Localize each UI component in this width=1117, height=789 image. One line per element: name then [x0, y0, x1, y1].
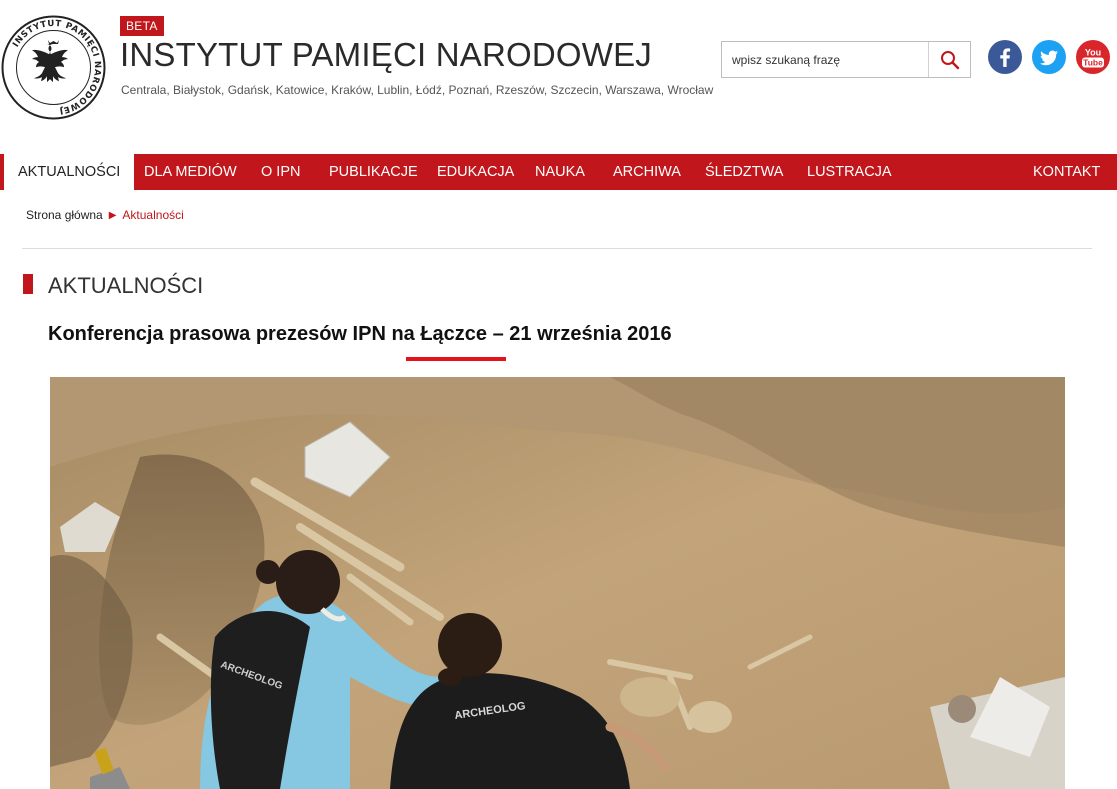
section-marker [23, 274, 33, 294]
beta-badge: BETA [120, 16, 164, 36]
search-box [721, 41, 971, 78]
youtube-link[interactable]: You Tube [1076, 40, 1110, 74]
nav-item-o-ipn[interactable]: O IPN [261, 154, 300, 190]
facebook-link[interactable] [988, 40, 1022, 74]
youtube-icon: You Tube [1082, 48, 1104, 68]
article-photo[interactable]: ARCHEOLOG ARCHEOLOG [50, 377, 1065, 789]
search-icon [940, 50, 959, 69]
title-underline [406, 357, 506, 361]
site-title[interactable]: INSTYTUT PAMIĘCI NARODOWEJ [120, 36, 652, 74]
nav-item-publikacje[interactable]: PUBLIKACJE [329, 154, 418, 190]
article-title[interactable]: Konferencja prasowa prezesów IPN na Łącz… [48, 323, 672, 346]
nav-item-aktualnosci[interactable]: AKTUALNOŚCI [0, 154, 135, 190]
nav-item-edukacja[interactable]: EDUKACJA [437, 154, 514, 190]
breadcrumb-arrow-icon: ▶ [108, 209, 117, 221]
breadcrumb-home[interactable]: Strona główna [26, 208, 103, 222]
nav-item-dla-mediow[interactable]: DLA MEDIÓW [144, 154, 237, 190]
svg-text:Tube: Tube [1083, 58, 1103, 68]
section-title: AKTUALNOŚCI [48, 273, 204, 298]
nav-item-archiwa[interactable]: ARCHIWA [613, 154, 681, 190]
search-button[interactable] [928, 42, 970, 77]
svg-text:You: You [1085, 48, 1101, 58]
divider [22, 248, 1092, 249]
twitter-icon [1040, 50, 1058, 66]
nav-item-nauka[interactable]: NAUKA [535, 154, 585, 190]
breadcrumb-current[interactable]: Aktualności [122, 208, 183, 222]
nav-item-lustracja[interactable]: LUSTRACJA [807, 154, 892, 190]
search-input[interactable] [722, 42, 928, 77]
branch-cities-list: Centrala, Białystok, Gdańsk, Katowice, K… [121, 83, 714, 97]
nav-item-sledztwa[interactable]: ŚLEDZTWA [705, 154, 783, 190]
page: INSTYTUT PAMIĘCI NARODOWEJ BETA INSTYTUT… [0, 0, 1117, 789]
breadcrumb: Strona główna ▶ Aktualności [26, 208, 184, 222]
main-nav: AKTUALNOŚCI DLA MEDIÓW O IPN PUBLIKACJE … [0, 154, 1117, 190]
twitter-link[interactable] [1032, 40, 1066, 74]
facebook-icon [1000, 48, 1011, 67]
ipn-logo[interactable]: INSTYTUT PAMIĘCI NARODOWEJ [0, 14, 107, 121]
nav-item-kontakt[interactable]: KONTAKT [1033, 154, 1100, 190]
